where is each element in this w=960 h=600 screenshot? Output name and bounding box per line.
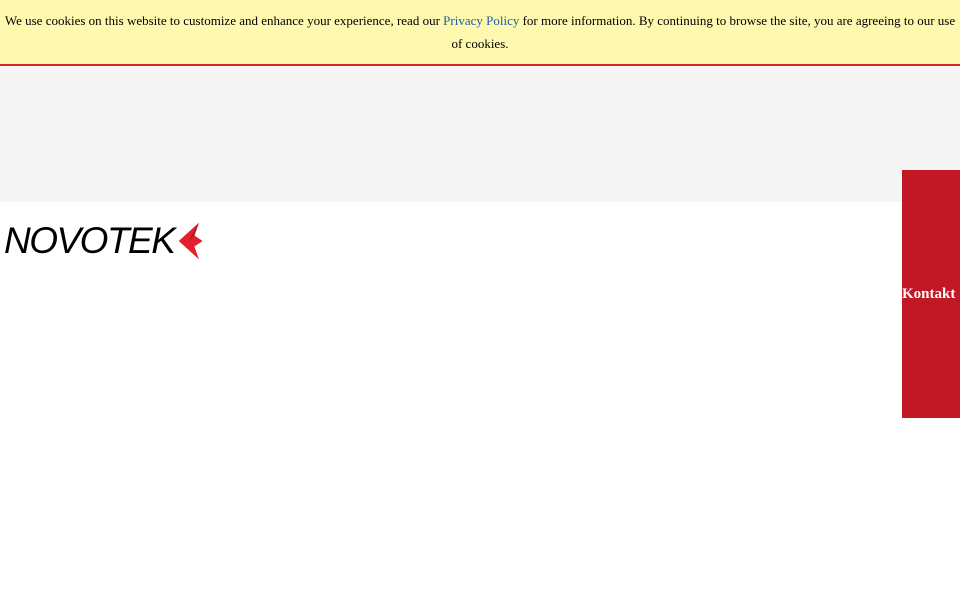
cookie-text-start: We use cookies on this website to custom…: [4, 13, 444, 28]
cookie-text-end: for more information. By continuing to b…: [451, 13, 956, 51]
privacy-policy-link[interactable]: Privacy Policy: [443, 13, 519, 28]
novotek-arrow-mark-icon: [179, 222, 204, 260]
novotek-logo[interactable]: NOVOTEK: [4, 219, 204, 263]
header-band: [0, 66, 960, 202]
cookie-banner: We use cookies on this website to custom…: [0, 0, 960, 66]
contact-tab-label: Kontakt: [902, 285, 956, 302]
logo-wordmark: NOVOTEK: [4, 220, 176, 261]
contact-tab[interactable]: Kontakt: [902, 170, 960, 418]
